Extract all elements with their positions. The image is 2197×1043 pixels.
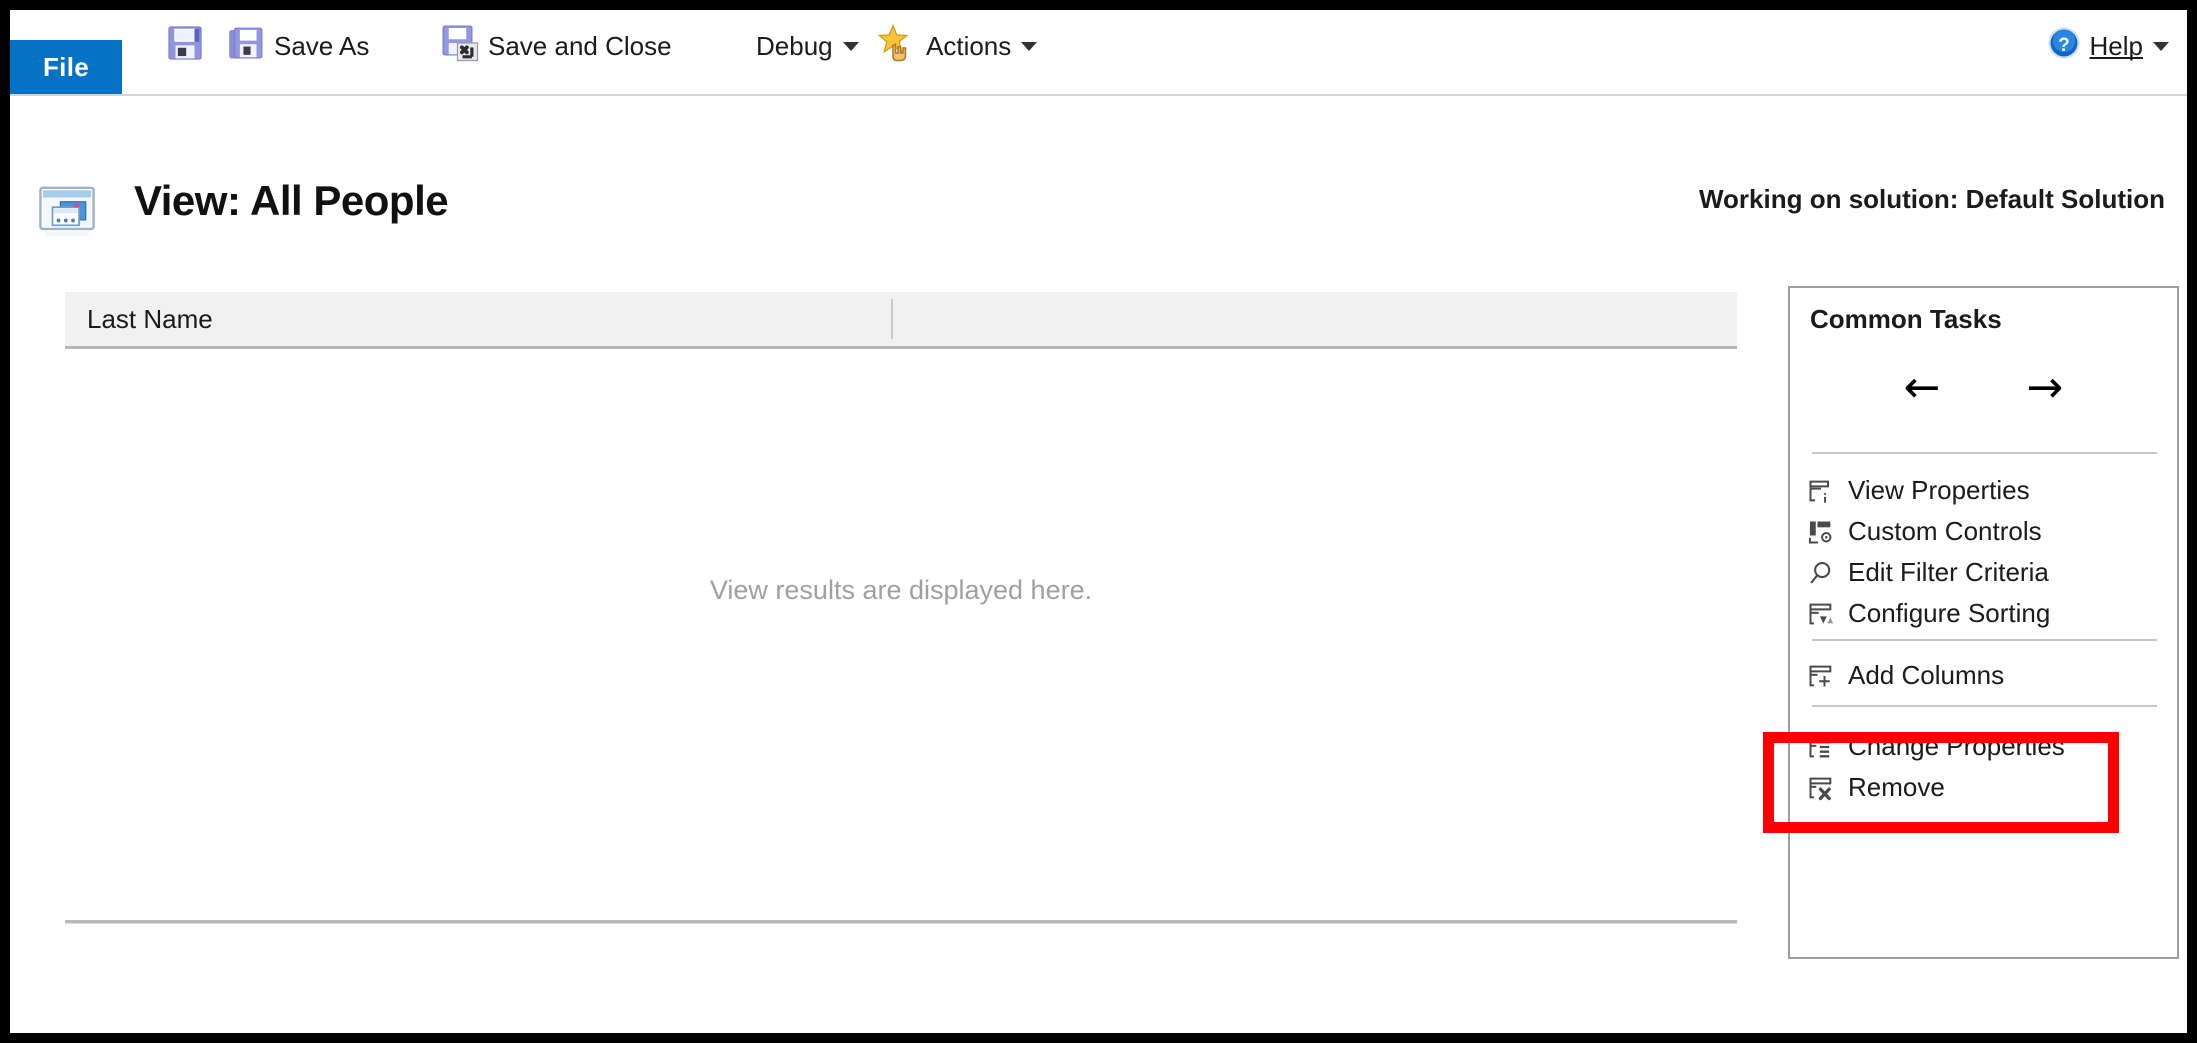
task-label: Custom Controls — [1848, 516, 2042, 546]
sort-icon — [1806, 599, 1836, 629]
debug-menu[interactable]: Debug — [756, 22, 859, 70]
task-add-columns[interactable]: Add Columns — [1790, 655, 2177, 696]
save-icon — [166, 24, 204, 69]
tasks-group-2: Add Columns — [1790, 655, 2177, 696]
task-label: Add Columns — [1848, 660, 2005, 690]
save-and-close-button[interactable]: Save and Close — [440, 22, 672, 70]
task-change-properties[interactable]: Change Properties — [1790, 726, 2177, 767]
grid-header-row: Last Name — [65, 292, 1737, 349]
help-label: Help — [2089, 30, 2143, 61]
magnifier-icon — [1806, 558, 1836, 588]
grid-bottom-divider — [65, 920, 1737, 924]
task-label: Configure Sorting — [1848, 598, 2051, 628]
file-tab[interactable]: File — [10, 40, 122, 95]
task-label: View Properties — [1848, 475, 2030, 505]
page-header: View: All People Working on solution: De… — [10, 105, 2187, 237]
task-label: Change Properties — [1848, 731, 2065, 761]
task-edit-filter-criteria[interactable]: Edit Filter Criteria — [1790, 552, 2177, 593]
save-and-close-icon — [440, 23, 480, 70]
tasks-group-3: Change Properties Remove — [1790, 726, 2177, 808]
file-tab-label: File — [43, 52, 89, 82]
column-header-last-name[interactable]: Last Name — [87, 304, 213, 335]
view-properties-icon — [1806, 476, 1836, 506]
save-and-close-label: Save and Close — [488, 30, 672, 61]
help-icon: ? — [2046, 25, 2082, 68]
common-tasks-title: Common Tasks — [1810, 304, 2002, 334]
task-remove[interactable]: Remove — [1790, 767, 2177, 808]
remove-column-icon — [1806, 773, 1836, 803]
actions-menu[interactable]: Actions — [877, 22, 1038, 70]
column-resize-handle[interactable] — [891, 299, 893, 339]
debug-label: Debug — [756, 30, 833, 61]
change-properties-icon — [1806, 732, 1836, 762]
save-as-icon — [228, 24, 266, 69]
chevron-down-icon — [1021, 41, 1038, 51]
help-menu[interactable]: ? Help — [2046, 22, 2169, 70]
tasks-group-1: View Properties Custom Controls Edit Fil… — [1790, 470, 2177, 634]
back-arrow-icon[interactable]: ← — [1904, 366, 1941, 410]
grid-body: View results are displayed here. — [65, 349, 1737, 909]
solution-label: Working on solution: Default Solution — [1698, 184, 2165, 214]
grid-empty-message: View results are displayed here. — [709, 575, 1093, 605]
task-label: Remove — [1848, 772, 1945, 802]
view-results-grid: Last Name View results are displayed her… — [65, 292, 1737, 909]
save-as-label: Save As — [274, 30, 370, 61]
task-view-properties[interactable]: View Properties — [1790, 470, 2177, 511]
chevron-down-icon — [842, 41, 859, 51]
add-column-icon — [1806, 661, 1836, 691]
actions-label: Actions — [926, 30, 1012, 61]
nav-arrows: ← → — [1790, 366, 2177, 410]
view-window-icon — [38, 183, 96, 246]
task-configure-sorting[interactable]: Configure Sorting — [1790, 593, 2177, 634]
task-label: Edit Filter Criteria — [1848, 557, 2049, 587]
tasks-divider-2 — [1812, 639, 2157, 641]
tasks-divider-3 — [1812, 705, 2157, 707]
task-custom-controls[interactable]: Custom Controls — [1790, 511, 2177, 552]
chevron-down-icon — [2153, 41, 2169, 51]
forward-arrow-icon[interactable]: → — [2027, 366, 2064, 410]
save-button[interactable] — [166, 22, 204, 70]
ribbon-divider — [10, 94, 2187, 96]
application-window: File Save As Save and Close Debug Action… — [0, 0, 2197, 1043]
common-tasks-panel: Common Tasks ← → View Properties Custom … — [1788, 286, 2179, 959]
page-title: View: All People — [134, 177, 449, 224]
custom-controls-icon — [1806, 517, 1836, 547]
ribbon-toolbar: File Save As Save and Close Debug Action… — [10, 10, 2187, 96]
svg-text:?: ? — [2058, 34, 2070, 55]
actions-star-icon — [877, 23, 918, 70]
save-as-button[interactable]: Save As — [228, 22, 369, 70]
tasks-divider-1 — [1812, 452, 2157, 454]
